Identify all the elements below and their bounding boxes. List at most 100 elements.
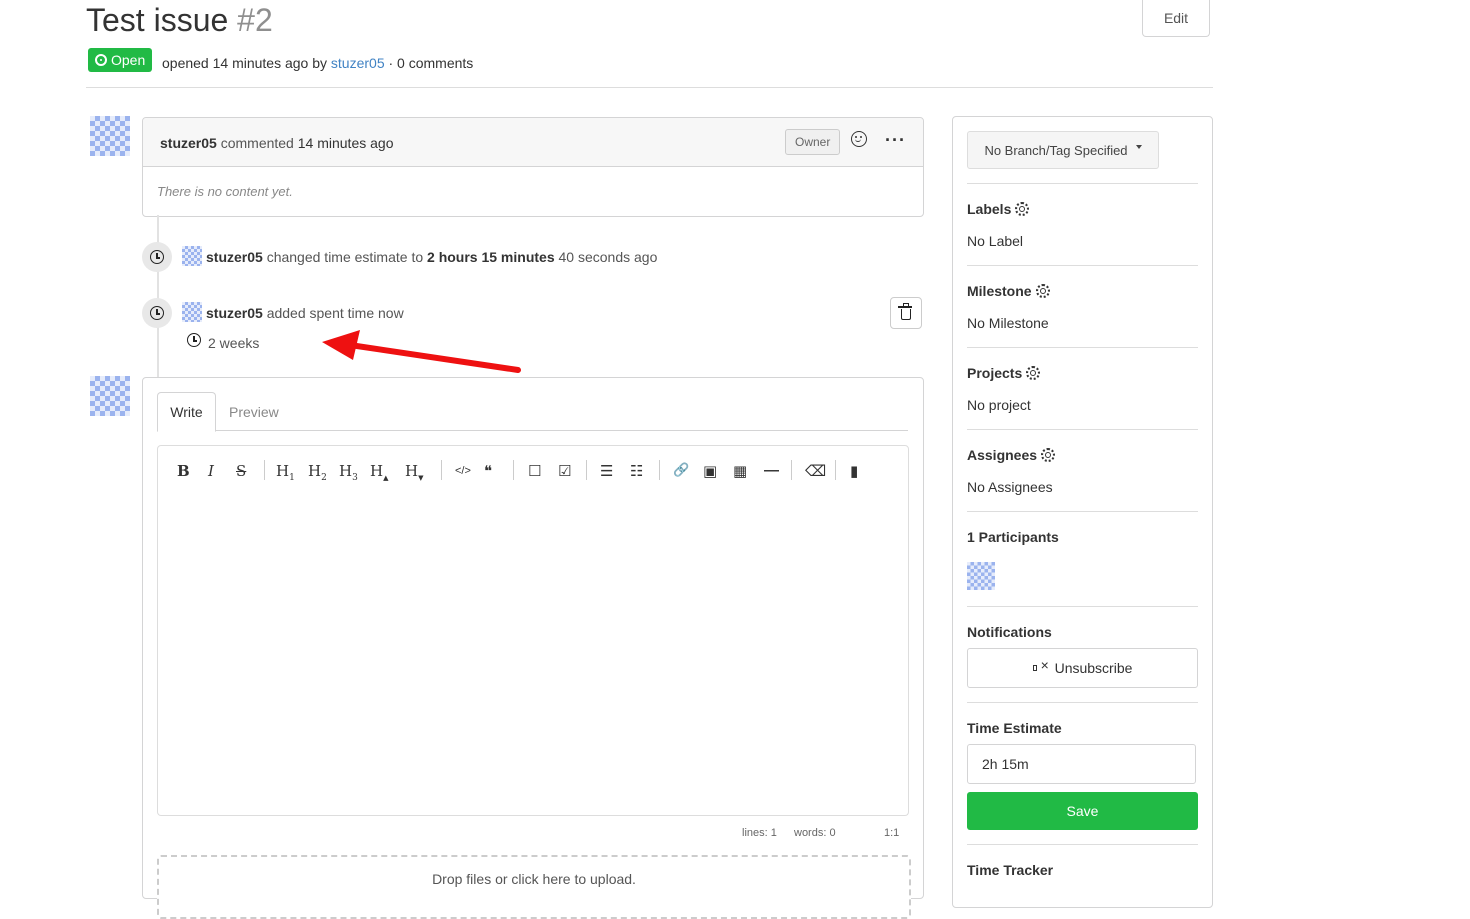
editor-cursor-position: 1:1 xyxy=(884,827,900,839)
edit-button[interactable]: Edit xyxy=(1142,0,1210,37)
author-link[interactable]: stuzer05 xyxy=(331,55,385,71)
gear-icon[interactable] xyxy=(1035,284,1050,298)
toolbar-separator xyxy=(513,460,514,480)
avatar[interactable] xyxy=(182,302,202,322)
event-author[interactable]: stuzer05 xyxy=(206,249,263,265)
avatar[interactable] xyxy=(182,246,202,266)
file-icon[interactable]: ▮ xyxy=(850,462,858,480)
heading-2-icon[interactable]: H2 xyxy=(308,462,327,483)
trash-icon xyxy=(898,303,912,320)
avatar[interactable] xyxy=(90,376,130,416)
editor-toolbar: B I S H1 H2 H3 H▲ H▼ </> ❝ ☐ ☑ ☰ ☷ 🔗 ▣ ▦… xyxy=(157,445,909,497)
labels-section-title[interactable]: Labels xyxy=(967,201,1030,217)
comment-textarea[interactable] xyxy=(157,495,909,816)
comment-author[interactable]: stuzer05 xyxy=(160,135,217,151)
chevron-down-icon xyxy=(1135,145,1142,149)
heading-3-icon[interactable]: H3 xyxy=(339,462,358,483)
dropzone-text: Drop files or click here to upload. xyxy=(432,871,636,887)
delete-time-button[interactable] xyxy=(890,297,922,329)
status-badge-label: Open xyxy=(111,52,146,68)
assignees-value: No Assignees xyxy=(967,479,1053,495)
timeline-badge xyxy=(142,298,172,328)
comments-count: · 0 comments xyxy=(388,55,474,71)
comment-time: 14 minutes ago xyxy=(297,135,394,151)
tab-write[interactable]: Write xyxy=(157,392,216,432)
save-button[interactable]: Save xyxy=(967,792,1198,830)
timeline-event: stuzer05 added spent time now xyxy=(206,305,404,321)
gear-icon[interactable] xyxy=(1041,448,1056,462)
sidebar-divider xyxy=(967,702,1198,703)
branch-selector-label: No Branch/Tag Specified xyxy=(984,142,1128,158)
heading-1-icon[interactable]: H1 xyxy=(276,462,295,483)
annotation-arrow xyxy=(322,330,521,373)
unordered-list-icon[interactable]: ☰ xyxy=(600,462,613,480)
quote-icon[interactable]: ❝ xyxy=(484,462,492,480)
toolbar-separator xyxy=(835,460,836,480)
checked-checkbox-icon[interactable]: ☑ xyxy=(558,462,571,480)
gear-icon[interactable] xyxy=(1015,202,1030,216)
italic-icon[interactable]: I xyxy=(208,462,214,480)
code-icon[interactable]: </> xyxy=(455,465,471,477)
event-author[interactable]: stuzer05 xyxy=(206,305,263,321)
labels-title: Labels xyxy=(967,201,1012,217)
notifications-title: Notifications xyxy=(967,624,1052,640)
milestone-title: Milestone xyxy=(967,283,1032,299)
milestone-section-title[interactable]: Milestone xyxy=(967,283,1050,299)
comment-header: stuzer05 commented 14 minutes ago Owner … xyxy=(143,118,923,167)
table-icon[interactable]: ▦ xyxy=(733,462,747,480)
image-icon[interactable]: ▣ xyxy=(703,462,717,480)
projects-section-title[interactable]: Projects xyxy=(967,365,1041,381)
mute-icon xyxy=(1032,657,1049,674)
toolbar-separator xyxy=(441,460,442,480)
bold-icon[interactable]: B xyxy=(177,462,190,480)
timeline-event: stuzer05 changed time estimate to 2 hour… xyxy=(206,249,657,265)
time-estimate-input[interactable]: 2h 15m xyxy=(967,744,1196,784)
projects-title: Projects xyxy=(967,365,1023,381)
heading-bigger-icon[interactable]: H▲ xyxy=(370,462,388,482)
more-options-icon[interactable]: ··· xyxy=(885,130,906,151)
comment: stuzer05 commented 14 minutes ago Owner … xyxy=(142,117,924,217)
strikethrough-icon[interactable]: S xyxy=(236,462,246,480)
open-issue-icon xyxy=(95,54,107,66)
projects-value: No project xyxy=(967,397,1031,413)
checkbox-icon[interactable]: ☐ xyxy=(528,462,541,480)
event-text: added spent time now xyxy=(266,305,404,321)
spent-duration: 2 weeks xyxy=(208,335,260,351)
horizontal-rule-icon[interactable]: — xyxy=(764,462,779,479)
editor-lines-count: lines: 1 xyxy=(742,827,777,839)
file-dropzone[interactable]: Drop files or click here to upload. xyxy=(157,855,911,919)
issue-meta: opened 14 minutes ago by stuzer05 · 0 co… xyxy=(162,55,473,71)
sidebar-divider xyxy=(967,606,1198,607)
timeline-badge xyxy=(142,242,172,272)
sidebar-divider xyxy=(967,265,1198,266)
opened-text: opened 14 minutes ago by xyxy=(162,55,328,71)
reaction-smiley-icon[interactable] xyxy=(851,131,867,147)
assignees-title: Assignees xyxy=(967,447,1038,463)
tab-divider xyxy=(157,430,908,431)
eraser-icon[interactable]: ⌫ xyxy=(805,462,826,480)
branch-selector[interactable]: No Branch/Tag Specified xyxy=(967,131,1159,169)
issue-title-text: Test issue xyxy=(86,2,229,38)
avatar[interactable] xyxy=(90,116,130,156)
header-divider xyxy=(86,87,1213,88)
link-icon[interactable]: 🔗 xyxy=(673,462,689,478)
sidebar-divider xyxy=(967,511,1198,512)
milestone-value: No Milestone xyxy=(967,315,1049,331)
comment-action: commented xyxy=(220,135,294,151)
event-time: 40 seconds ago xyxy=(558,249,658,265)
assignees-section-title[interactable]: Assignees xyxy=(967,447,1056,463)
unsubscribe-button[interactable]: Unsubscribe xyxy=(967,648,1198,688)
tab-preview[interactable]: Preview xyxy=(229,404,279,420)
clock-icon xyxy=(150,306,164,320)
gear-icon[interactable] xyxy=(1026,366,1041,380)
event-text: changed time estimate to xyxy=(266,249,424,265)
issue-title: Test issue #2 xyxy=(86,2,273,39)
toolbar-separator xyxy=(264,460,265,480)
participants-title: 1 Participants xyxy=(967,529,1059,545)
participant-avatar[interactable] xyxy=(967,562,995,590)
comment-byline: stuzer05 commented 14 minutes ago xyxy=(160,135,393,151)
sidebar-divider xyxy=(967,429,1198,430)
timeline-line xyxy=(157,215,159,377)
heading-smaller-icon[interactable]: H▼ xyxy=(405,462,423,482)
ordered-list-icon[interactable]: ☷ xyxy=(630,462,643,480)
